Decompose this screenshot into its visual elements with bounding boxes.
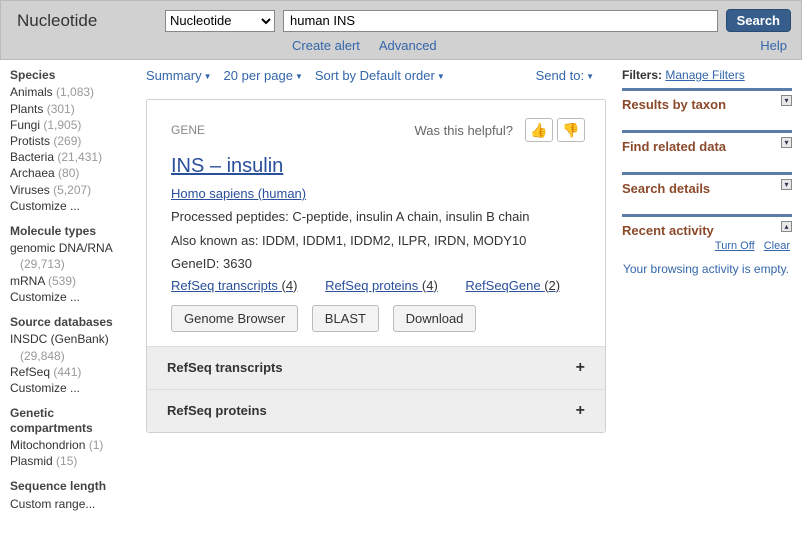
gene-badge: GENE bbox=[171, 123, 205, 137]
also-known-as: Also known as: IDDM, IDDM1, IDDM2, ILPR,… bbox=[171, 231, 585, 251]
blast-button[interactable]: BLAST bbox=[312, 305, 379, 332]
facet-title: Species bbox=[10, 68, 134, 82]
sub-row: Create alert Advanced Help bbox=[17, 38, 791, 53]
gene-title-link[interactable]: INS – insulin bbox=[171, 152, 283, 180]
collapse-toggle[interactable]: ▾ bbox=[781, 179, 792, 190]
plus-icon: + bbox=[576, 359, 585, 377]
customize-link[interactable]: Customize ... bbox=[10, 380, 134, 396]
database-select[interactable]: Nucleotide bbox=[165, 10, 275, 32]
facet-item[interactable]: Mitochondrion (1) bbox=[10, 437, 134, 453]
turn-off-link[interactable]: Turn Off bbox=[715, 240, 755, 252]
collapse-toggle[interactable]: ▾ bbox=[781, 137, 792, 148]
facet-item[interactable]: Bacteria (21,431) bbox=[10, 149, 134, 165]
facet-item[interactable]: Plasmid (15) bbox=[10, 453, 134, 469]
facet-item[interactable]: Protists (269) bbox=[10, 133, 134, 149]
results-by-taxon-box: Results by taxon ▾ bbox=[622, 88, 792, 122]
display-format-menu[interactable]: Summary▼ bbox=[146, 68, 212, 83]
plus-icon: + bbox=[576, 402, 585, 420]
expander-refseq-proteins[interactable]: RefSeq proteins + bbox=[147, 389, 605, 432]
facet-title: Genetic compartments bbox=[10, 406, 134, 435]
right-column: Filters: Manage Filters Results by taxon… bbox=[612, 68, 792, 522]
results-toolbar: Summary▼ 20 per page▼ Sort by Default or… bbox=[146, 68, 606, 83]
activity-empty-message: Your browsing activity is empty. bbox=[622, 262, 790, 276]
chevron-down-icon: ▼ bbox=[295, 72, 303, 81]
facet-item[interactable]: mRNA (539) bbox=[10, 273, 134, 289]
thumbs-up-button[interactable]: 👍 bbox=[525, 118, 553, 142]
top-bar: Nucleotide Nucleotide Search Create aler… bbox=[0, 0, 802, 60]
collapse-toggle[interactable]: ▴ bbox=[781, 221, 792, 232]
clear-link[interactable]: Clear bbox=[764, 240, 790, 252]
facet-title: Molecule types bbox=[10, 224, 134, 238]
collapse-toggle[interactable]: ▾ bbox=[781, 95, 792, 106]
facet-item[interactable]: Fungi (1,905) bbox=[10, 117, 134, 133]
facet-item[interactable]: Animals (1,083) bbox=[10, 84, 134, 100]
thumbs-down-button[interactable]: 👎 bbox=[557, 118, 585, 142]
help-link[interactable]: Help bbox=[760, 38, 787, 53]
find-related-data-box: Find related data ▾ bbox=[622, 130, 792, 164]
facet-item[interactable]: RefSeq (441) bbox=[10, 364, 134, 380]
refseq-links-row: RefSeq transcripts (4) RefSeq proteins (… bbox=[171, 278, 585, 293]
site-logo: Nucleotide bbox=[17, 11, 157, 31]
facet-item[interactable]: Viruses (5,207) bbox=[10, 182, 134, 198]
processed-peptides: Processed peptides: C-peptide, insulin A… bbox=[171, 207, 585, 227]
filters-header: Filters: Manage Filters bbox=[622, 68, 792, 82]
helpful-label: Was this helpful? bbox=[414, 123, 513, 138]
search-row: Nucleotide Nucleotide Search bbox=[17, 9, 791, 32]
chevron-down-icon: ▼ bbox=[204, 72, 212, 81]
refseq-transcripts-link[interactable]: RefSeq transcripts (4) bbox=[171, 278, 297, 293]
per-page-menu[interactable]: 20 per page▼ bbox=[224, 68, 303, 83]
customize-link[interactable]: Customize ... bbox=[10, 198, 134, 214]
main-area: Species Animals (1,083) Plants (301) Fun… bbox=[0, 60, 802, 532]
search-details-box: Search details ▾ bbox=[622, 172, 792, 206]
manage-filters-link[interactable]: Manage Filters bbox=[665, 68, 744, 82]
organism-link[interactable]: Homo sapiens (human) bbox=[171, 186, 306, 201]
thumbs-down-icon: 👎 bbox=[562, 122, 579, 139]
gene-id: GeneID: 3630 bbox=[171, 254, 585, 274]
refseq-proteins-link[interactable]: RefSeq proteins (4) bbox=[325, 278, 438, 293]
results-column: Summary▼ 20 per page▼ Sort by Default or… bbox=[140, 68, 612, 522]
create-alert-link[interactable]: Create alert bbox=[292, 38, 360, 53]
facet-item[interactable]: Plants (301) bbox=[10, 101, 134, 117]
facet-title: Source databases bbox=[10, 315, 134, 329]
chevron-down-icon: ▼ bbox=[437, 72, 445, 81]
genome-browser-button[interactable]: Genome Browser bbox=[171, 305, 298, 332]
thumbs-up-icon: 👍 bbox=[530, 122, 547, 139]
facet-item[interactable]: INSDC (GenBank) (29,848) bbox=[10, 331, 134, 363]
download-button[interactable]: Download bbox=[393, 305, 477, 332]
customize-link[interactable]: Customize ... bbox=[10, 289, 134, 305]
expander-refseq-transcripts[interactable]: RefSeq transcripts + bbox=[147, 346, 605, 389]
facet-sidebar: Species Animals (1,083) Plants (301) Fun… bbox=[10, 68, 140, 522]
recent-activity-box: Recent activity ▴ Turn Off Clear Your br… bbox=[622, 214, 792, 286]
chevron-down-icon: ▼ bbox=[586, 72, 594, 81]
facet-item[interactable]: Custom range... bbox=[10, 496, 134, 512]
facet-title: Sequence length bbox=[10, 479, 134, 493]
search-input[interactable] bbox=[283, 10, 718, 32]
refseqgene-link[interactable]: RefSeqGene (2) bbox=[465, 278, 560, 293]
gene-summary-card: GENE Was this helpful? 👍 👎 INS – insulin… bbox=[146, 99, 606, 433]
sort-menu[interactable]: Sort by Default order▼ bbox=[315, 68, 445, 83]
advanced-link[interactable]: Advanced bbox=[379, 38, 437, 53]
facet-item[interactable]: genomic DNA/RNA (29,713) bbox=[10, 240, 134, 272]
search-button[interactable]: Search bbox=[726, 9, 791, 32]
facet-item[interactable]: Archaea (80) bbox=[10, 165, 134, 181]
send-to-menu[interactable]: Send to:▼ bbox=[536, 68, 594, 83]
